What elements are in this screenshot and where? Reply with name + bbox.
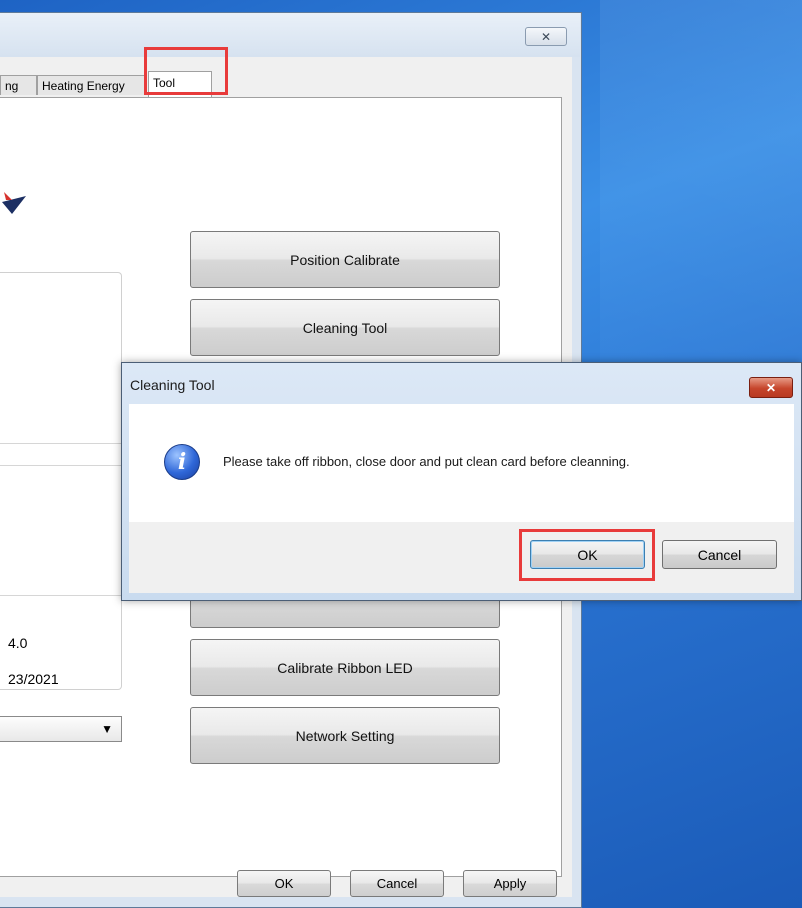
button-label: Position Calibrate <box>290 251 400 268</box>
firmware-version-value: 4.0 <box>8 635 28 651</box>
window-close-button[interactable]: ✕ <box>525 27 567 46</box>
tab-partial[interactable]: ng <box>0 75 37 95</box>
close-icon: ✕ <box>540 29 552 44</box>
divider <box>0 595 122 596</box>
printer-select-dropdown[interactable]: ▼ <box>0 716 122 742</box>
calibrate-ribbon-led-button[interactable]: Calibrate Ribbon LED <box>190 639 500 696</box>
divider <box>0 465 122 466</box>
button-label: Cancel <box>697 546 742 563</box>
printer-info-group: 4.0 23/2021 <box>0 272 122 690</box>
button-label: Network Setting <box>295 727 395 744</box>
tab-heating-energy[interactable]: Heating Energy <box>37 75 147 95</box>
button-label: Apply <box>493 876 527 891</box>
button-label: Calibrate Ribbon LED <box>277 659 413 676</box>
button-label: OK <box>274 876 294 891</box>
dialog-title: Cleaning Tool <box>130 377 215 393</box>
dialog-body: i Please take off ribbon, close door and… <box>129 404 794 522</box>
button-label: Cancel <box>376 876 418 891</box>
apply-button[interactable]: Apply <box>463 870 557 897</box>
firmware-date-value: 23/2021 <box>8 671 59 687</box>
cleaning-tool-button[interactable]: Cleaning Tool <box>190 299 500 356</box>
dialog-close-button[interactable]: ✕ <box>749 377 793 398</box>
info-glyph: i <box>177 449 187 475</box>
divider <box>0 443 122 444</box>
ok-button[interactable]: OK <box>237 870 331 897</box>
tool-tab-highlight-box <box>144 47 228 95</box>
button-label: Cleaning Tool <box>302 319 388 336</box>
brand-logo-icon <box>2 192 26 214</box>
position-calibrate-button[interactable]: Position Calibrate <box>190 231 500 288</box>
ok-button-highlight-box <box>519 529 655 581</box>
chevron-down-icon: ▼ <box>101 722 113 736</box>
dialog-message: Please take off ribbon, close door and p… <box>223 454 630 469</box>
tab-label: ng <box>5 79 19 93</box>
window-titlebar: ✕ <box>0 13 580 57</box>
dialog-footer: OK Cancel <box>129 522 794 593</box>
network-setting-button[interactable]: Network Setting <box>190 707 500 764</box>
information-icon: i <box>164 444 200 480</box>
dialog-cancel-button[interactable]: Cancel <box>662 540 777 569</box>
cleaning-tool-dialog: Cleaning Tool ✕ i Please take off ribbon… <box>121 362 802 601</box>
tab-label: Heating Energy <box>42 79 125 93</box>
close-icon: ✕ <box>765 380 777 395</box>
cancel-button[interactable]: Cancel <box>350 870 444 897</box>
